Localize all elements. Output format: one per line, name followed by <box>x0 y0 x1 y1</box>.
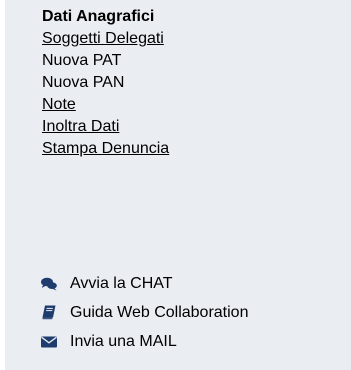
section-menu: Dati Anagrafici Soggetti Delegati Nuova … <box>42 6 169 160</box>
book-icon <box>40 305 58 321</box>
support-links: Avvia la CHAT Guida Web Collaboration In… <box>40 269 248 356</box>
menu-item-soggetti-delegati[interactable]: Soggetti Delegati <box>42 28 169 50</box>
side-menu-panel: Dati Anagrafici Soggetti Delegati Nuova … <box>5 0 351 370</box>
envelope-icon <box>40 334 58 350</box>
menu-item-inoltra-dati[interactable]: Inoltra Dati <box>42 116 169 138</box>
menu-item-stampa-denuncia[interactable]: Stampa Denuncia <box>42 138 169 160</box>
menu-item-note[interactable]: Note <box>42 94 169 116</box>
web-collaboration-guide-link[interactable]: Guida Web Collaboration <box>40 298 248 327</box>
menu-item-nuova-pat: Nuova PAT <box>42 52 122 69</box>
start-chat-link[interactable]: Avvia la CHAT <box>40 269 248 298</box>
menu-item-nuova-pan: Nuova PAN <box>42 74 125 91</box>
start-chat-label: Avvia la CHAT <box>70 274 173 292</box>
chat-bubbles-icon <box>40 276 58 292</box>
web-collaboration-guide-label: Guida Web Collaboration <box>70 303 249 321</box>
send-mail-label: Invia una MAIL <box>70 332 177 350</box>
menu-item-dati-anagrafici: Dati Anagrafici <box>42 8 155 25</box>
send-mail-link[interactable]: Invia una MAIL <box>40 327 248 356</box>
